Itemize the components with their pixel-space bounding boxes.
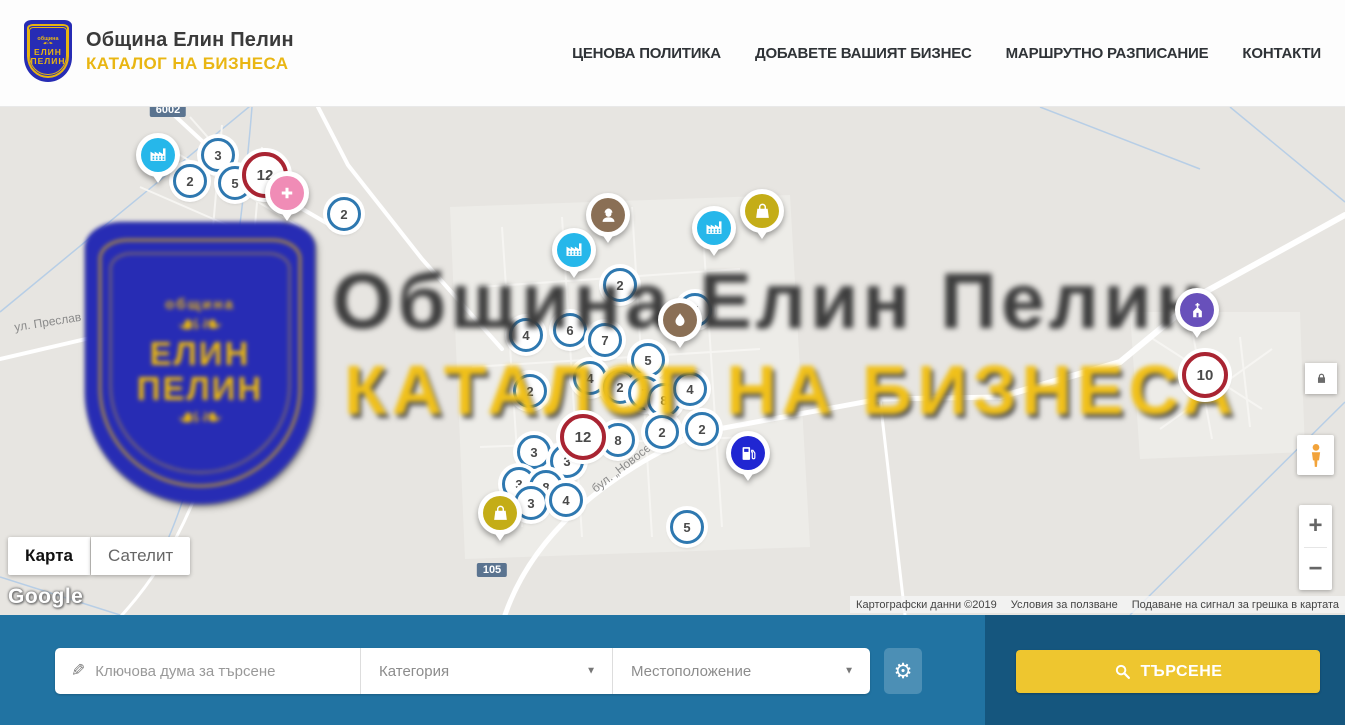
fuel-pin-marker[interactable] xyxy=(726,431,770,475)
map-type-control: Карта Сателит xyxy=(8,537,190,575)
factory-icon xyxy=(697,211,731,245)
cluster-marker[interactable]: 2 xyxy=(513,374,547,408)
factory-icon xyxy=(141,138,175,172)
nav-item-contacts[interactable]: КОНТАКТИ xyxy=(1242,45,1321,62)
gear-icon: ⚙ xyxy=(894,659,913,684)
google-logo[interactable]: Google xyxy=(8,585,83,609)
nav-item-add-business[interactable]: ДОБАВЕТЕ ВАШИЯТ БИЗНЕС xyxy=(755,45,972,62)
cluster-marker[interactable]: 8 xyxy=(601,423,635,457)
map-type-satellite-button[interactable]: Сателит xyxy=(91,537,190,575)
site-title: Община Елин Пелин xyxy=(86,29,294,52)
zoom-in-button[interactable]: + xyxy=(1299,505,1332,547)
search-form: ✎ Категория ▼ Местоположение ▼ xyxy=(55,648,870,694)
cluster-marker[interactable]: 7 xyxy=(588,323,622,357)
map-type-map-button[interactable]: Карта xyxy=(8,537,90,575)
location-select-value: Местоположение xyxy=(631,663,751,680)
cluster-marker[interactable]: 2 xyxy=(645,415,679,449)
factory-pin-marker[interactable] xyxy=(552,228,596,272)
map-attribution: Картографски данни ©2019 Условия за полз… xyxy=(850,596,1345,613)
nav-item-route-schedule[interactable]: МАРШРУТНО РАЗПИСАНИЕ xyxy=(1006,45,1209,62)
zoom-out-button[interactable]: − xyxy=(1299,548,1332,590)
bag-icon xyxy=(483,496,517,530)
attribution-report-link[interactable]: Подаване на сигнал за грешка в картата xyxy=(1132,599,1339,611)
chevron-down-icon: ▼ xyxy=(844,666,854,677)
attribution-terms-link[interactable]: Условия за ползване xyxy=(1011,599,1118,611)
search-button[interactable]: ТЪРСЕНЕ xyxy=(1016,650,1320,693)
crest-name-1: ЕЛИН xyxy=(34,48,62,57)
cluster-marker[interactable]: 2 xyxy=(327,197,361,231)
location-select[interactable]: Местоположение ▼ xyxy=(612,648,870,694)
cluster-marker[interactable]: 6 xyxy=(553,313,587,347)
bag-icon xyxy=(745,194,779,228)
lock-icon xyxy=(1315,372,1328,385)
pegman-icon xyxy=(1303,440,1329,470)
cluster-marker[interactable]: 2 xyxy=(685,412,719,446)
zoom-control: + − xyxy=(1299,505,1332,590)
church-pin-marker[interactable] xyxy=(1175,288,1219,332)
flame-pin-marker[interactable] xyxy=(658,298,702,342)
crest-ornament: ☙❧ xyxy=(43,42,53,47)
cluster-marker[interactable]: 12 xyxy=(560,414,606,460)
advanced-options-button[interactable]: ⚙ xyxy=(884,648,922,694)
fuel-icon xyxy=(731,436,765,470)
municipality-crest-icon: община ☙❧ ЕЛИН ПЕЛИН xyxy=(24,20,72,82)
plus-icon xyxy=(270,176,304,210)
factory-pin-marker[interactable] xyxy=(692,206,736,250)
cluster-marker[interactable]: 4 xyxy=(673,372,707,406)
search-button-label: ТЪРСЕНЕ xyxy=(1141,663,1223,681)
crest-top-text: община xyxy=(37,36,58,42)
worker-icon xyxy=(591,198,625,232)
site-logo[interactable]: община ☙❧ ЕЛИН ПЕЛИН Община Елин Пелин К… xyxy=(24,20,294,82)
keyword-search-input[interactable] xyxy=(95,663,360,680)
search-icon xyxy=(1114,663,1131,680)
lock-button[interactable] xyxy=(1305,363,1337,394)
cluster-marker[interactable]: 5 xyxy=(670,510,704,544)
road-shield-label: 6002 xyxy=(150,107,186,117)
street-view-pegman[interactable] xyxy=(1297,435,1334,475)
pencil-icon: ✎ xyxy=(71,661,85,681)
plus-pin-marker[interactable] xyxy=(265,171,309,215)
header: община ☙❧ ЕЛИН ПЕЛИН Община Елин Пелин К… xyxy=(0,0,1345,107)
search-bar: ✎ Категория ▼ Местоположение ▼ ⚙ ТЪРСЕНЕ xyxy=(0,615,1345,725)
category-select-value: Категория xyxy=(379,663,449,680)
attribution-copyright: Картографски данни ©2019 xyxy=(856,599,997,611)
nav-item-pricing[interactable]: ЦЕНОВА ПОЛИТИКА xyxy=(572,45,721,62)
site-subtitle: КАТАЛОГ НА БИЗНЕСА xyxy=(86,54,294,74)
cluster-marker[interactable]: 4 xyxy=(549,483,583,517)
cluster-marker[interactable]: 2 xyxy=(603,268,637,302)
map-canvas[interactable]: община ☙❧ ЕЛИН ПЕЛИН ☙❧ Община Елин Пели… xyxy=(0,107,1345,615)
category-select[interactable]: Категория ▼ xyxy=(360,648,612,694)
cluster-marker[interactable]: 10 xyxy=(1182,352,1228,398)
keyword-section: ✎ xyxy=(55,648,360,694)
crest-name-2: ПЕЛИН xyxy=(31,57,66,66)
factory-pin-marker[interactable] xyxy=(136,133,180,177)
bag-pin-marker[interactable] xyxy=(478,491,522,535)
main-nav: ЦЕНОВА ПОЛИТИКА ДОБАВЕТЕ ВАШИЯТ БИЗНЕС М… xyxy=(572,0,1321,107)
chevron-down-icon: ▼ xyxy=(586,666,596,677)
bag-pin-marker[interactable] xyxy=(740,189,784,233)
factory-icon xyxy=(557,233,591,267)
cluster-marker[interactable]: 4 xyxy=(573,361,607,395)
cluster-marker[interactable]: 5 xyxy=(631,343,665,377)
cluster-marker[interactable]: 3 xyxy=(517,435,551,469)
church-icon xyxy=(1180,293,1214,327)
cluster-marker[interactable]: 4 xyxy=(509,318,543,352)
road-shield-label: 105 xyxy=(477,563,507,577)
flame-icon xyxy=(663,303,697,337)
